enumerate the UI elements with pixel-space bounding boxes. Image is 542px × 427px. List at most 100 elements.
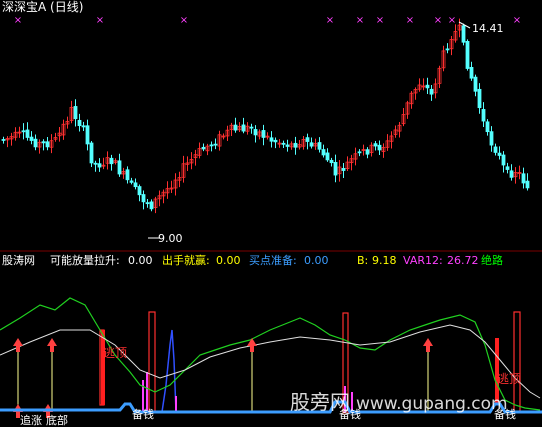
candle-body-63 bbox=[253, 129, 258, 136]
candle-body-65 bbox=[261, 130, 266, 138]
blue-spike bbox=[161, 329, 177, 413]
candle-body-11 bbox=[45, 141, 50, 148]
top-markers: × × × × × × × × × × bbox=[14, 15, 521, 26]
top-marker-8: × bbox=[448, 15, 456, 26]
candle-body-93 bbox=[373, 143, 378, 147]
candle-body-117 bbox=[469, 66, 474, 79]
high-price-label: 14.41 bbox=[472, 22, 504, 35]
candle-body-80 bbox=[321, 149, 326, 156]
candle-body-116 bbox=[465, 40, 470, 69]
chart-title: 深深宝A (日线) bbox=[2, 0, 84, 14]
field-value-4: 26.72 bbox=[447, 254, 479, 267]
candle-body-71 bbox=[285, 144, 290, 147]
field-label-5: 绝路 bbox=[481, 254, 503, 267]
candle-body-10 bbox=[41, 141, 46, 144]
candle-body-21 bbox=[85, 125, 90, 145]
candle-body-67 bbox=[269, 137, 274, 142]
candle-body-127 bbox=[509, 170, 514, 178]
candle-body-77 bbox=[309, 142, 314, 147]
candle-body-82 bbox=[329, 159, 334, 164]
field-label-2: 买点准备: bbox=[249, 254, 297, 267]
candle-body-53 bbox=[213, 143, 218, 146]
top-marker-2: × bbox=[180, 15, 188, 26]
candle-body-118 bbox=[473, 76, 478, 92]
candle-body-23 bbox=[93, 162, 98, 165]
field-label-0: 可能放量拉升: bbox=[50, 254, 120, 267]
top-marker-0: × bbox=[14, 15, 22, 26]
candle-body-19 bbox=[77, 119, 82, 127]
candle-body-18 bbox=[73, 106, 78, 120]
signal-ready-label-1: 备钱 bbox=[132, 407, 154, 421]
candle-body-7 bbox=[29, 136, 34, 141]
signal-bottom-label: 底部 bbox=[46, 413, 68, 427]
signal-arrow-0 bbox=[13, 338, 23, 352]
watermark-cn: 股旁网 bbox=[290, 390, 350, 414]
escape-column-3 bbox=[513, 311, 521, 413]
candle-body-70 bbox=[281, 142, 286, 145]
escape-bar-0 bbox=[101, 330, 105, 405]
field-label-3: B: bbox=[357, 254, 369, 267]
candle-body-27 bbox=[109, 157, 114, 165]
indicator-header: 股涛网 可能放量拉升: 0.00 出手就赢: 0.00 买点准备: 0.00 B… bbox=[0, 254, 542, 268]
top-marker-4: × bbox=[356, 15, 364, 26]
candle-body-20 bbox=[81, 125, 86, 128]
candle-body-81 bbox=[325, 152, 330, 161]
candle-body-32 bbox=[129, 180, 134, 183]
top-marker-5: × bbox=[376, 15, 384, 26]
indicator-name: 股涛网 bbox=[2, 254, 35, 267]
candle-body-120 bbox=[481, 109, 486, 122]
candle-body-94 bbox=[377, 144, 382, 151]
signal-escape-label-2: 逃顶 bbox=[497, 372, 521, 386]
candle-body-115 bbox=[461, 25, 466, 43]
candle-body-62 bbox=[249, 126, 254, 129]
candle-body-22 bbox=[89, 142, 94, 164]
candle-body-36 bbox=[145, 202, 150, 205]
candle-body-111 bbox=[445, 48, 450, 51]
candle-body-123 bbox=[493, 146, 498, 153]
top-marker-6: × bbox=[406, 15, 414, 26]
candle-body-31 bbox=[125, 169, 130, 181]
signal-arrow-1 bbox=[47, 338, 57, 352]
field-value-0: 0.00 bbox=[128, 254, 153, 267]
candle-body-119 bbox=[477, 88, 482, 109]
low-price-label: 9.00 bbox=[158, 232, 183, 245]
field-value-2: 0.00 bbox=[304, 254, 329, 267]
candle-body-91 bbox=[365, 149, 370, 155]
candle-body-8 bbox=[33, 138, 38, 148]
candle-body-121 bbox=[485, 121, 490, 133]
candle-body-122 bbox=[489, 131, 494, 146]
candle-body-126 bbox=[505, 166, 510, 170]
candle-body-50 bbox=[201, 146, 206, 150]
candle-body-58 bbox=[233, 124, 238, 131]
candle-body-37 bbox=[149, 201, 154, 210]
candle-body-24 bbox=[97, 163, 102, 168]
candle-body-33 bbox=[133, 182, 138, 188]
candle-body-5 bbox=[21, 130, 26, 133]
field-value-1: 0.00 bbox=[216, 254, 241, 267]
candle-body-29 bbox=[117, 160, 122, 175]
field-label-1: 出手就赢: bbox=[162, 254, 210, 267]
top-marker-3: × bbox=[326, 15, 334, 26]
candle-body-106 bbox=[425, 84, 430, 89]
field-value-3: 9.18 bbox=[372, 254, 397, 267]
candle-body-52 bbox=[209, 144, 214, 147]
top-marker-1: × bbox=[96, 15, 104, 26]
watermark-url: www.gupang.com bbox=[356, 394, 508, 414]
watermark: 股旁网 www.gupang.com bbox=[290, 386, 508, 415]
signal-arrow-3 bbox=[423, 338, 433, 352]
candle-body-76 bbox=[305, 137, 310, 142]
candle-body-130 bbox=[521, 173, 526, 184]
candle-body-60 bbox=[241, 124, 246, 132]
candle-body-73 bbox=[293, 142, 298, 148]
candle-body-34 bbox=[137, 186, 142, 196]
top-marker-7: × bbox=[434, 15, 442, 26]
candle-body-83 bbox=[333, 161, 338, 176]
signal-chase-label: 追涨 bbox=[20, 413, 42, 427]
top-marker-9: × bbox=[513, 15, 521, 26]
signal-escape-label-1: 逃顶 bbox=[103, 346, 127, 360]
candle-body-79 bbox=[317, 142, 322, 150]
field-label-4: VAR12: bbox=[403, 254, 443, 267]
candle-body-89 bbox=[357, 151, 362, 154]
candle-body-125 bbox=[501, 154, 506, 166]
candle-body-107 bbox=[429, 88, 434, 95]
